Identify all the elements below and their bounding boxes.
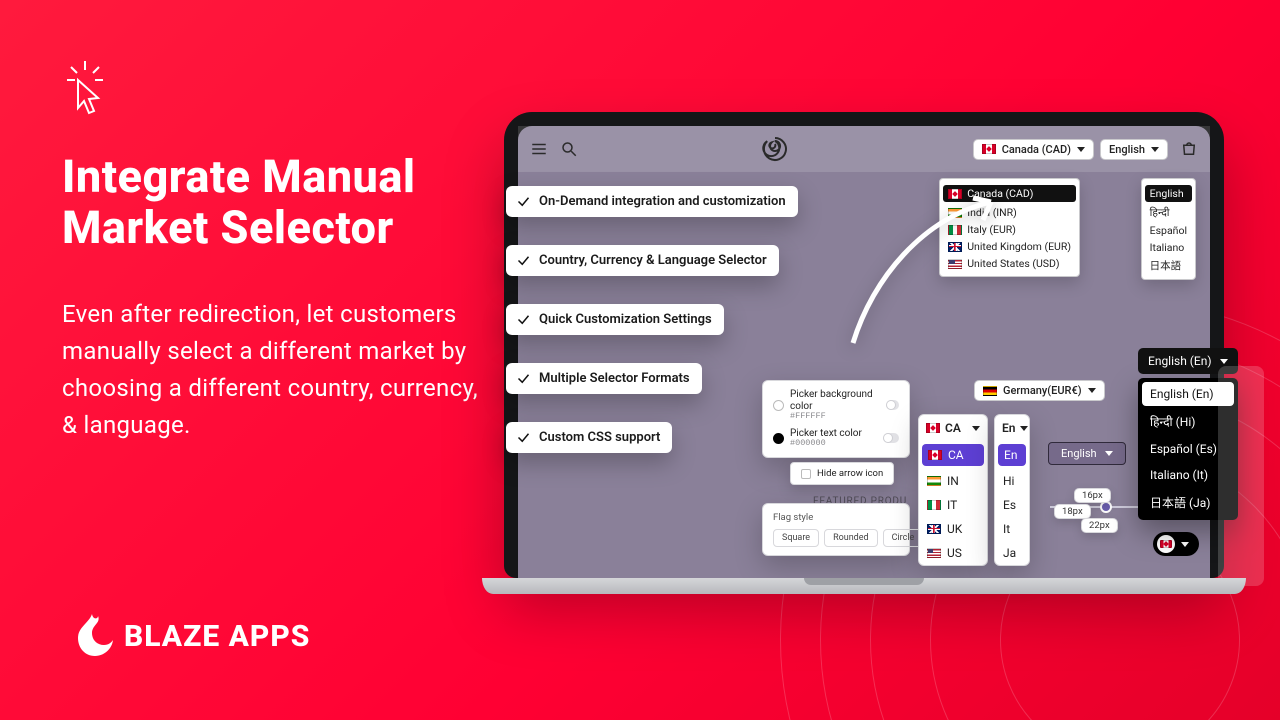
flag-style-panel: Flag style SquareRoundedCircle	[762, 503, 910, 556]
feature-chip: Quick Customization Settings	[506, 304, 724, 335]
compact-lang-option[interactable]: It	[995, 517, 1029, 541]
feature-chip: Custom CSS support	[506, 422, 672, 453]
compact-country-option[interactable]: US	[919, 541, 987, 565]
picker-color-panel: Picker background color#FFFFFF Picker te…	[762, 380, 910, 458]
compact-language-list[interactable]: En En HiEsItJa	[994, 414, 1030, 566]
feature-chip: Multiple Selector Formats	[506, 363, 702, 394]
language-option[interactable]: 日本語	[1142, 256, 1195, 275]
language-dropdown[interactable]: English हिन्दीEspañolItaliano日本語	[1141, 178, 1196, 280]
compact-country-list[interactable]: CA CA INITUKUS	[918, 414, 988, 566]
selector-english-boxed[interactable]: English	[1048, 442, 1126, 465]
decorative-card	[1218, 366, 1264, 586]
size-chip-18: 18px	[1054, 504, 1091, 519]
cursor-icon	[62, 58, 108, 120]
picker-text-toggle[interactable]	[883, 433, 899, 443]
flag-style-option[interactable]: Square	[773, 529, 819, 547]
compact-lang-option[interactable]: En	[998, 444, 1026, 466]
feature-chip: Country, Currency & Language Selector	[506, 245, 779, 276]
compact-country-option[interactable]: IT	[919, 493, 987, 517]
flame-icon	[78, 614, 118, 658]
hide-arrow-option[interactable]: Hide arrow icon	[790, 462, 894, 485]
arrow-icon	[833, 188, 1013, 348]
compact-lang-head[interactable]: En	[995, 415, 1029, 441]
compact-lang-option[interactable]: Es	[995, 493, 1029, 517]
compact-country-option[interactable]: IN	[919, 469, 987, 493]
language-option[interactable]: English	[1145, 185, 1192, 202]
language-option[interactable]: Italiano	[1142, 239, 1195, 256]
menu-icon[interactable]	[530, 140, 548, 158]
language-selector[interactable]: English	[1100, 139, 1168, 160]
compact-lang-option[interactable]: Ja	[995, 541, 1029, 565]
laptop-base	[482, 578, 1246, 594]
picker-bg-label: Picker background color	[790, 389, 880, 412]
laptop-mockup: Canada (CAD) English Canada (CAD)India (…	[504, 112, 1224, 594]
selector-germany[interactable]: Germany(EUR€)	[974, 380, 1105, 401]
page-title: Integrate Manual Market Selector	[62, 152, 492, 254]
size-chip-16: 16px	[1074, 488, 1111, 503]
page-description: Even after redirection, let customers ma…	[62, 296, 492, 445]
cart-icon[interactable]	[1180, 140, 1198, 158]
pill-selector-dark[interactable]	[1153, 532, 1199, 556]
compact-country-option[interactable]: CA	[922, 444, 984, 466]
language-option[interactable]: हिन्दी	[1142, 204, 1195, 222]
search-icon[interactable]	[560, 140, 578, 158]
store-logo-icon	[760, 134, 790, 164]
app-screen: Canada (CAD) English Canada (CAD)India (…	[518, 126, 1210, 578]
flag-style-option[interactable]: Rounded	[824, 529, 878, 547]
brand-logo: BLAZE APPS	[78, 614, 310, 658]
country-selector[interactable]: Canada (CAD)	[973, 139, 1094, 160]
size-slider-thumb[interactable]	[1102, 503, 1110, 511]
store-header: Canada (CAD) English	[518, 126, 1210, 172]
size-chip-22: 22px	[1081, 518, 1118, 533]
compact-country-option[interactable]: UK	[919, 517, 987, 541]
compact-lang-option[interactable]: Hi	[995, 469, 1029, 493]
feature-chip: On-Demand integration and customization	[506, 186, 798, 217]
language-option[interactable]: Español	[1142, 222, 1195, 239]
compact-country-head[interactable]: CA	[919, 415, 987, 441]
picker-bg-toggle[interactable]	[886, 400, 899, 410]
